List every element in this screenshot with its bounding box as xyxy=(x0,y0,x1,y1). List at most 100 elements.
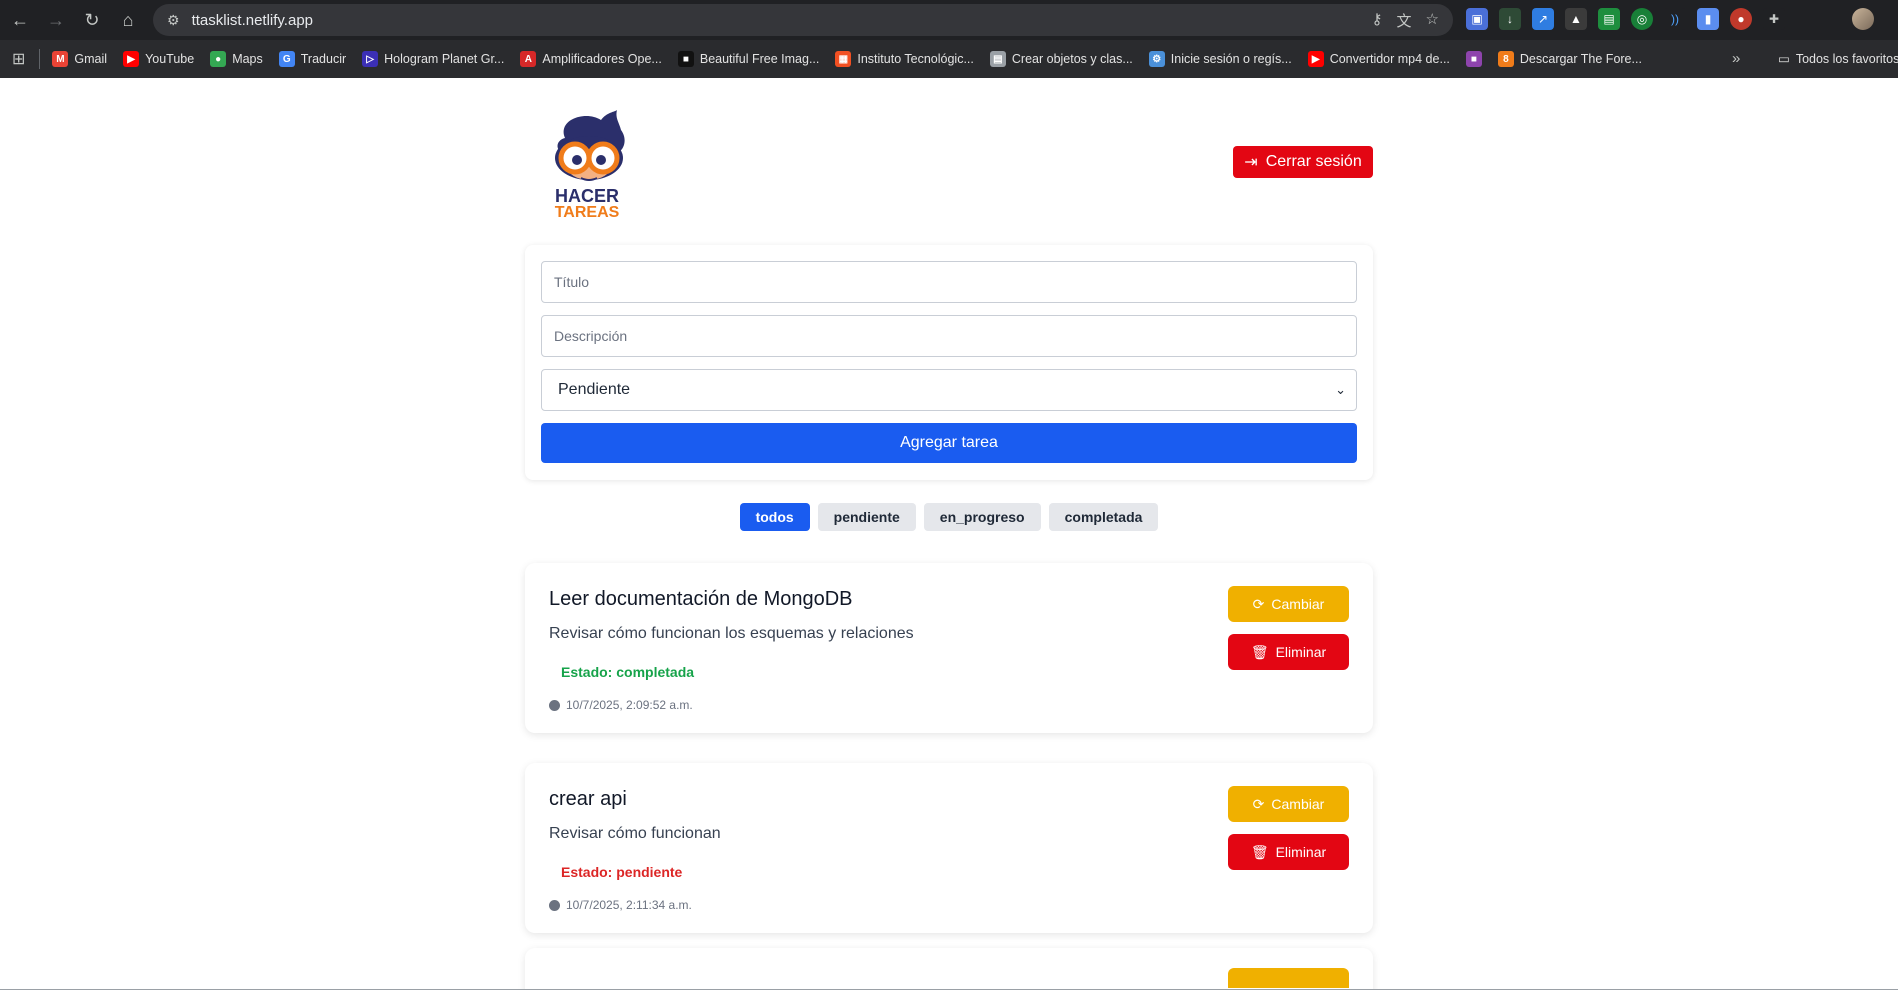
extension-icon[interactable]: ● xyxy=(1730,8,1752,30)
sign-out-icon: ⇥ xyxy=(1244,154,1258,171)
download-icon: 8 xyxy=(1497,51,1514,67)
chevron-down-icon: ⌄ xyxy=(1335,382,1346,397)
bookmark-label: Hologram Planet Gr... xyxy=(384,52,505,66)
task-date-text: 10/7/2025, 2:11:34 a.m. xyxy=(566,898,692,912)
trash-icon: 🗑 xyxy=(1250,643,1269,660)
task-timestamp: 10/7/2025, 2:11:34 a.m. xyxy=(549,898,692,912)
bookmark-item[interactable]: ▤ Crear objetos y clas... xyxy=(989,51,1133,67)
password-key-icon[interactable]: ⚷ xyxy=(1372,10,1383,31)
site-info-icon[interactable]: ⚙ xyxy=(167,12,180,29)
status-select[interactable]: Pendiente ⌄ xyxy=(541,369,1357,411)
change-button[interactable] xyxy=(1228,968,1349,988)
change-label: Cambiar xyxy=(1271,596,1325,612)
task-date-text: 10/7/2025, 2:09:52 a.m. xyxy=(566,698,693,712)
divider xyxy=(39,49,41,69)
page-content: HACER TAREAS ⇥ Cerrar sesión Título Desc… xyxy=(0,78,1898,990)
change-status-button[interactable]: ⟳ Cambiar xyxy=(1228,786,1349,822)
windows-icon: ▦ xyxy=(835,51,852,67)
clock-icon xyxy=(549,899,560,911)
bookmark-label: Gmail xyxy=(74,52,108,66)
add-task-button[interactable]: Agregar tarea xyxy=(541,423,1357,463)
document-icon: ▤ xyxy=(989,51,1006,67)
bookmark-label: YouTube xyxy=(145,52,195,66)
puzzle-icon[interactable]: ✚ xyxy=(1763,8,1785,30)
amplifier-icon: A xyxy=(520,51,537,67)
extension-icon[interactable]: ◎ xyxy=(1631,8,1653,30)
task-description: Revisar cómo funcionan xyxy=(549,825,721,842)
extension-icon[interactable]: ▮ xyxy=(1697,8,1719,30)
bookmark-item[interactable]: ▶ YouTube xyxy=(123,51,194,67)
bookmark-item[interactable]: A Amplificadores Ope... xyxy=(520,51,662,67)
bookmark-item[interactable]: 8 Descargar The Fore... xyxy=(1497,51,1642,67)
bookmark-item[interactable]: ▦ Instituto Tecnológic... xyxy=(835,51,974,67)
task-timestamp: 10/7/2025, 2:09:52 a.m. xyxy=(549,698,693,712)
url-text[interactable]: ttasklist.netlify.app xyxy=(192,12,313,29)
reload-icon[interactable]: ↻ xyxy=(74,2,110,38)
home-icon[interactable]: ⌂ xyxy=(110,2,146,38)
video-converter-icon: ▶ xyxy=(1307,51,1324,67)
extension-icon[interactable]: ↗ xyxy=(1532,8,1554,30)
task-card xyxy=(525,948,1373,990)
description-input[interactable]: Descripción xyxy=(541,315,1357,357)
task-status: Estado: completada xyxy=(561,664,695,680)
task-title: crear api xyxy=(549,788,627,810)
bookmark-label: Descargar The Fore... xyxy=(1519,52,1642,66)
bookmarks-bar: ⊞ M Gmail ▶ YouTube ● Maps G Traducir ▷ Hologram … xyxy=(0,40,1898,78)
status-filters: todos pendiente en_progreso completada xyxy=(525,503,1373,531)
filter-pendiente[interactable]: pendiente xyxy=(817,503,916,531)
maps-icon: ● xyxy=(210,51,227,67)
refresh-icon: ⟳ xyxy=(1252,595,1265,612)
filter-en-progreso[interactable]: en_progreso xyxy=(923,503,1041,531)
task-description: Revisar cómo funcionan los esquemas y re… xyxy=(549,625,914,642)
bookmark-item[interactable]: ■ xyxy=(1465,51,1482,67)
task-form: Título Descripción Pendiente ⌄ Agregar t… xyxy=(525,245,1373,480)
bookmark-item[interactable]: ⚙ Inicie sesión o regís... xyxy=(1148,51,1292,67)
profile-avatar[interactable] xyxy=(1852,8,1874,30)
bookmark-item[interactable]: M Gmail xyxy=(52,51,107,67)
forward-icon[interactable]: → xyxy=(38,2,74,38)
all-bookmarks-folder[interactable]: ▭ Todos los favoritos xyxy=(1778,51,1898,67)
bookmark-item[interactable]: ● Maps xyxy=(210,51,263,67)
gmail-icon: M xyxy=(52,51,69,67)
bookmark-label: Amplificadores Ope... xyxy=(542,52,662,66)
app-header: HACER TAREAS ⇥ Cerrar sesión xyxy=(525,78,1373,238)
address-bar[interactable]: ⚙ ttasklist.netlify.app ⚷ 文 ☆ xyxy=(153,4,1453,36)
back-icon[interactable]: ← xyxy=(2,2,38,38)
translate-icon: G xyxy=(278,51,295,67)
delete-task-button[interactable]: 🗑 Eliminar xyxy=(1228,634,1349,670)
status-select-value: Pendiente xyxy=(558,381,631,398)
filter-completada[interactable]: completada xyxy=(1048,503,1159,531)
refresh-icon: ⟳ xyxy=(1252,795,1265,812)
login-icon: ⚙ xyxy=(1148,51,1165,67)
bookmark-item[interactable]: ▷ Hologram Planet Gr... xyxy=(362,51,504,67)
delete-label: Eliminar xyxy=(1275,644,1327,660)
change-status-button[interactable]: ⟳ Cambiar xyxy=(1228,586,1349,622)
unsplash-icon: ■ xyxy=(677,51,694,67)
bookmark-item[interactable]: ▶ Convertidor mp4 de... xyxy=(1307,51,1450,67)
logout-button[interactable]: ⇥ Cerrar sesión xyxy=(1233,146,1373,178)
more-bookmarks-icon[interactable]: » xyxy=(1732,50,1740,67)
extension-icon[interactable]: ▤ xyxy=(1598,8,1620,30)
bookmark-item[interactable]: ■ Beautiful Free Imag... xyxy=(677,51,819,67)
extension-icon[interactable]: ▣ xyxy=(1466,8,1488,30)
trash-icon: 🗑 xyxy=(1250,843,1269,860)
bookmark-item[interactable]: G Traducir xyxy=(278,51,347,67)
bookmark-label: Maps xyxy=(232,52,263,66)
folder-icon: ▭ xyxy=(1778,52,1790,66)
bookmark-label: Traducir xyxy=(300,52,347,66)
bookmark-label: Crear objetos y clas... xyxy=(1011,52,1133,66)
bookmark-star-icon[interactable]: ☆ xyxy=(1426,10,1439,31)
hacer-tareas-logo: HACER TAREAS xyxy=(555,110,625,218)
apps-grid-icon[interactable]: ⊞ xyxy=(12,49,25,69)
bookmark-label: Instituto Tecnológic... xyxy=(857,52,974,66)
filter-todos[interactable]: todos xyxy=(739,503,810,531)
translate-page-icon[interactable]: 文 xyxy=(1397,10,1412,31)
extension-icon[interactable]: )) xyxy=(1664,8,1686,30)
extension-icon[interactable]: ↓ xyxy=(1499,8,1521,30)
extension-icon[interactable]: ▲ xyxy=(1565,8,1587,30)
browser-toolbar: ← → ↻ ⌂ ⚙ ttasklist.netlify.app ⚷ 文 ☆ ▣ … xyxy=(0,0,1898,40)
title-input[interactable]: Título xyxy=(541,261,1357,303)
delete-task-button[interactable]: 🗑 Eliminar xyxy=(1228,834,1349,870)
youtube-icon: ▶ xyxy=(123,51,140,67)
extensions-bar: ▣ ↓ ↗ ▲ ▤ ◎ )) ▮ ● ✚ xyxy=(1466,8,1785,30)
